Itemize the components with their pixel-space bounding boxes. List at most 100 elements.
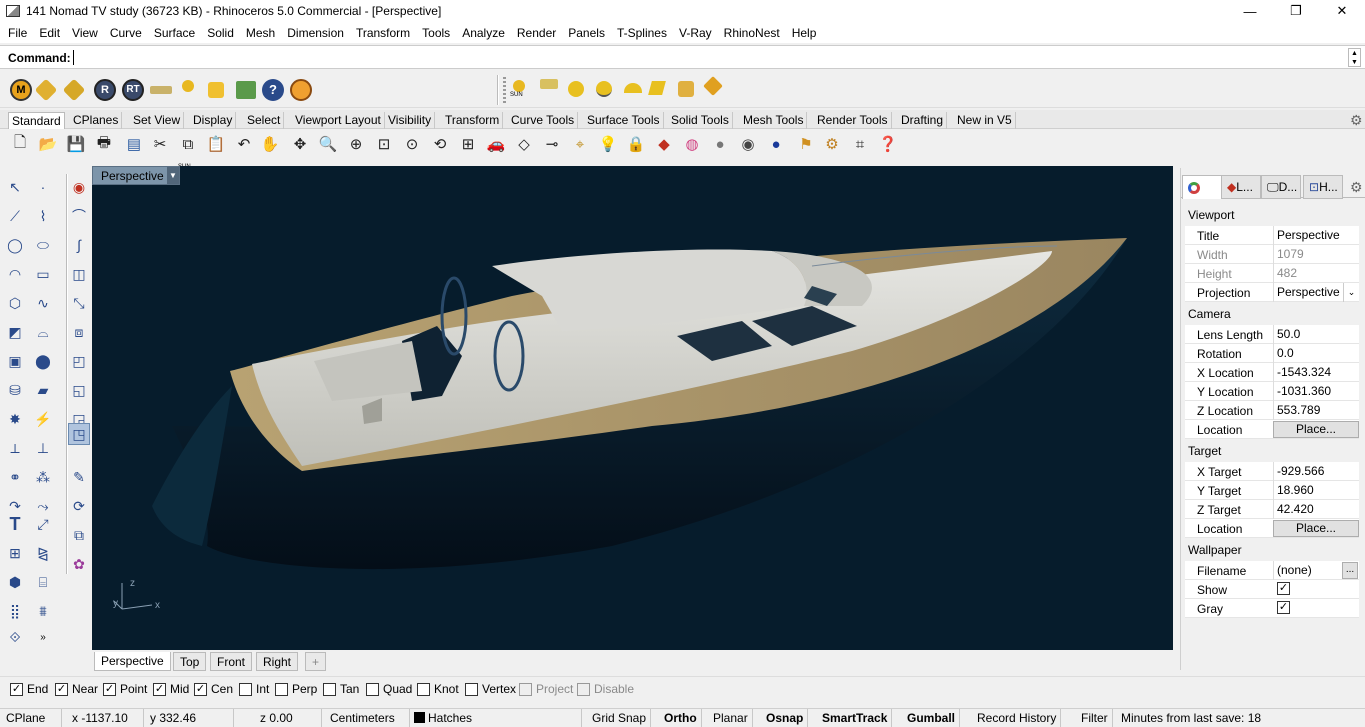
prop-title-value[interactable]: Perspective — [1273, 226, 1359, 245]
tab-standard[interactable]: Standard — [8, 112, 65, 129]
viewport-menu-arrow-icon[interactable]: ▼ — [167, 167, 179, 184]
toolbar-grip[interactable] — [503, 77, 506, 103]
status-gumball[interactable]: Gumball — [903, 709, 961, 727]
boolean-split-icon[interactable]: ⚡ — [32, 408, 54, 430]
close-button[interactable]: ✕ — [1319, 0, 1365, 22]
maximize-button[interactable]: ❐ — [1273, 0, 1319, 22]
osnap-cen[interactable]: ✓ Cen — [194, 682, 233, 696]
osnap-near[interactable]: ✓ Near — [55, 682, 98, 696]
panel-tab-properties[interactable] — [1182, 175, 1222, 199]
menu-panels[interactable]: Panels — [562, 26, 611, 40]
status-smarttrack[interactable]: SmartTrack — [818, 709, 893, 727]
panel-tab-display[interactable]: 🖵D... — [1261, 175, 1301, 199]
prop-ztarget-value[interactable]: 42.420 — [1273, 500, 1359, 519]
osnap-knot[interactable]: Knot — [417, 682, 459, 696]
osnap-project-checkbox[interactable] — [519, 682, 532, 696]
prop-filename-field[interactable]: (none)... — [1273, 561, 1359, 580]
print-icon[interactable]: 🖶 — [94, 134, 114, 154]
menu-curve[interactable]: Curve — [104, 26, 148, 40]
explode-icon[interactable]: ✸ — [4, 408, 26, 430]
vray-help-icon[interactable]: ? — [262, 79, 284, 101]
layer-icon[interactable]: ◆ — [654, 134, 674, 154]
osnap-vertex-checkbox[interactable] — [465, 682, 478, 696]
select-arrow-icon[interactable]: ↖ — [4, 176, 26, 198]
tab-mesh-tools[interactable]: Mesh Tools — [740, 112, 808, 129]
menu-rhinonest[interactable]: RhinoNest — [718, 26, 786, 40]
tab-transform[interactable]: Transform — [442, 112, 504, 129]
prop-zloc-value[interactable]: 553.789 — [1273, 401, 1359, 420]
panel-tab-help[interactable]: ⊡H... — [1303, 175, 1343, 199]
vray-light-icon[interactable] — [208, 82, 224, 98]
osnap-perp-checkbox[interactable] — [275, 682, 288, 696]
osnap-mid[interactable]: ✓ Mid — [153, 682, 189, 696]
array-icon[interactable]: ⊞ — [4, 542, 26, 564]
menu-render[interactable]: Render — [511, 26, 562, 40]
tab-select[interactable]: Select — [244, 112, 285, 129]
status-osnap[interactable]: Osnap — [762, 709, 809, 727]
car-camera-icon[interactable]: 🚗 — [486, 134, 506, 154]
text-object-icon[interactable]: T — [4, 513, 26, 535]
tab-visibility[interactable]: Visibility — [385, 112, 436, 129]
help-icon[interactable]: ❓ — [878, 134, 898, 154]
undo-icon[interactable]: ↶ — [234, 134, 254, 154]
osnap-tan-checkbox[interactable] — [323, 682, 336, 696]
vray-m-icon[interactable]: M — [10, 79, 32, 101]
status-ortho[interactable]: Ortho — [660, 709, 702, 727]
osnap-knot-checkbox[interactable] — [417, 682, 430, 696]
osnap-disable[interactable]: Disable — [577, 682, 634, 696]
solid-edit-icon[interactable]: ⬢ — [4, 571, 26, 593]
osnap-near-checkbox[interactable]: ✓ — [55, 682, 68, 696]
freeform-curve-icon[interactable]: ∿ — [32, 292, 54, 314]
prop-xtarget-value[interactable]: -929.566 — [1273, 462, 1359, 481]
osnap-int[interactable]: Int — [239, 682, 269, 696]
zoom-icon[interactable]: 🔍 — [318, 134, 338, 154]
side-edit-icon[interactable]: ✎ — [68, 466, 90, 488]
vp-tab-front[interactable]: Front — [210, 652, 253, 671]
vp-tab-top[interactable]: Top — [173, 652, 207, 671]
prop-ytarget-value[interactable]: 18.960 — [1273, 481, 1359, 500]
osnap-disable-checkbox[interactable] — [577, 682, 590, 696]
cut-icon[interactable]: ✂ — [150, 134, 170, 154]
menu-surface[interactable]: Surface — [148, 26, 201, 40]
split-icon[interactable]: ⊥ — [32, 437, 54, 459]
browse-button[interactable]: ... — [1342, 562, 1358, 579]
color-wheel-icon[interactable]: ◍ — [682, 134, 702, 154]
tab-drafting[interactable]: Drafting — [898, 112, 948, 129]
vray-target-icon[interactable] — [290, 79, 312, 101]
osnap-quad[interactable]: Quad — [366, 682, 412, 696]
polyline-icon[interactable]: ⟋ — [4, 205, 26, 227]
grid-snap-icon[interactable]: ⌗ — [850, 134, 870, 154]
render-sphere-icon[interactable]: ● — [766, 134, 786, 154]
tab-display[interactable]: Display — [190, 112, 237, 129]
group-icon[interactable]: ⁂ — [32, 466, 54, 488]
open-file-icon[interactable]: 📂 — [38, 134, 58, 154]
tab-settings-gear-icon[interactable]: ⚙ — [1350, 112, 1363, 129]
trim-icon[interactable]: ⟂ — [4, 437, 26, 459]
tab-solid-tools[interactable]: Solid Tools — [668, 112, 733, 129]
status-planar[interactable]: Planar — [709, 709, 753, 727]
sun-icon[interactable] — [513, 80, 525, 92]
analyze-icon[interactable]: ⌸ — [32, 571, 54, 593]
vray-sidebar-icon[interactable]: ◉ — [68, 176, 90, 198]
menu-analyze[interactable]: Analyze — [456, 26, 511, 40]
vp-tab-add[interactable]: + — [305, 652, 327, 671]
menu-vray[interactable]: V-Ray — [673, 26, 718, 40]
chevron-down-icon[interactable]: ⌄ — [1343, 283, 1359, 302]
save-icon[interactable]: 💾 — [66, 134, 86, 154]
prop-yloc-value[interactable]: -1031.360 — [1273, 382, 1359, 401]
osnap-project[interactable]: Project — [519, 682, 573, 696]
align-icon[interactable]: ⩩ — [32, 600, 54, 622]
ies-light-icon[interactable] — [648, 81, 666, 95]
side-match-icon[interactable]: ⧉ — [68, 524, 90, 546]
zoom-window-icon[interactable]: ⊕ — [346, 134, 366, 154]
mirror-icon[interactable]: ⧎ — [32, 542, 54, 564]
vray-sun-icon[interactable] — [182, 80, 194, 92]
prop-xloc-value[interactable]: -1543.324 — [1273, 363, 1359, 382]
panel-tab-layers[interactable]: ◆L... — [1221, 175, 1261, 199]
move-icon[interactable]: ✥ — [290, 134, 310, 154]
status-layer[interactable]: Hatches — [410, 709, 582, 727]
light-target-icon[interactable] — [703, 76, 723, 96]
boolean-union-icon[interactable]: ⚭ — [4, 466, 26, 488]
status-filter[interactable]: Filter — [1077, 709, 1113, 727]
rectangle-icon[interactable]: ▭ — [32, 263, 54, 285]
